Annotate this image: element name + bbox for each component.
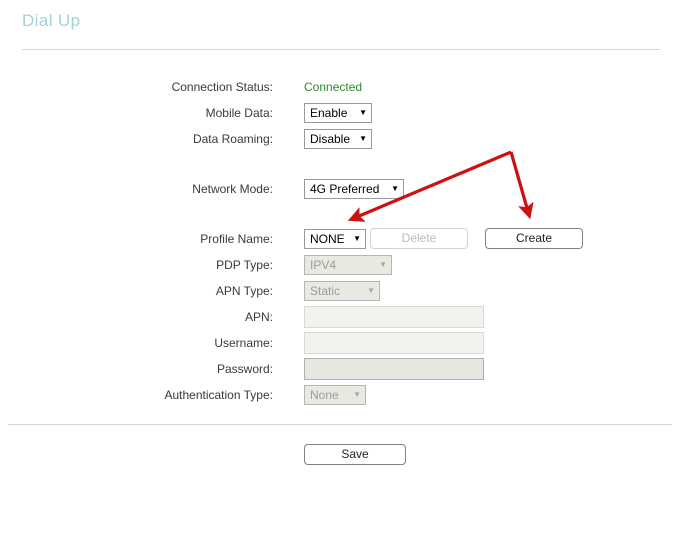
delete-button: Delete bbox=[370, 228, 468, 249]
select-profile-name-value: NONE bbox=[310, 232, 345, 246]
select-network-mode-value: 4G Preferred bbox=[310, 182, 380, 196]
row-authentication-type: Authentication Type: None ▼ bbox=[0, 382, 681, 408]
field-mobile-data: Enable ▼ bbox=[304, 100, 372, 126]
select-authentication-type: None ▼ bbox=[304, 385, 366, 405]
row-pdp-type: PDP Type: IPV4 ▼ bbox=[0, 252, 681, 278]
chevron-down-icon: ▼ bbox=[379, 260, 387, 269]
field-connection-status: Connected bbox=[304, 74, 362, 100]
row-data-roaming: Data Roaming: Disable ▼ bbox=[0, 126, 681, 152]
chevron-down-icon: ▼ bbox=[359, 108, 367, 117]
select-apn-type: Static ▼ bbox=[304, 281, 380, 301]
label-apn: APN: bbox=[244, 310, 273, 324]
select-authentication-type-value: None bbox=[310, 388, 339, 402]
page-title: Dial Up bbox=[22, 11, 81, 30]
row-password: Password: bbox=[0, 356, 681, 382]
select-apn-type-value: Static bbox=[310, 284, 341, 298]
select-pdp-type: IPV4 ▼ bbox=[304, 255, 392, 275]
apn-input[interactable] bbox=[304, 306, 484, 328]
label-connection-status: Connection Status: bbox=[171, 80, 273, 94]
field-username bbox=[304, 330, 484, 356]
chevron-down-icon: ▼ bbox=[353, 390, 361, 399]
field-network-mode: 4G Preferred ▼ bbox=[304, 176, 404, 202]
label-pdp-type: PDP Type: bbox=[216, 258, 273, 272]
label-username: Username: bbox=[214, 336, 273, 350]
footer-divider bbox=[8, 424, 672, 425]
label-authentication-type: Authentication Type: bbox=[164, 388, 273, 402]
field-pdp-type: IPV4 ▼ bbox=[304, 252, 392, 278]
select-profile-name[interactable]: NONE ▼ bbox=[304, 229, 366, 249]
field-authentication-type: None ▼ bbox=[304, 382, 366, 408]
row-profile-name: Profile Name: NONE ▼ Delete Create bbox=[0, 226, 681, 252]
label-network-mode: Network Mode: bbox=[192, 182, 273, 196]
field-password bbox=[304, 356, 484, 382]
select-data-roaming[interactable]: Disable ▼ bbox=[304, 129, 372, 149]
status-badge-connection: Connected bbox=[304, 80, 363, 94]
row-apn-type: APN Type: Static ▼ bbox=[0, 278, 681, 304]
chevron-down-icon: ▼ bbox=[367, 286, 375, 295]
username-input[interactable] bbox=[304, 332, 484, 354]
row-connection-status: Connection Status: Connected bbox=[0, 74, 681, 100]
select-mobile-data[interactable]: Enable ▼ bbox=[304, 103, 372, 123]
select-pdp-type-value: IPV4 bbox=[310, 258, 337, 272]
field-profile-name: NONE ▼ bbox=[304, 226, 366, 252]
label-profile-name: Profile Name: bbox=[200, 232, 273, 246]
chevron-down-icon: ▼ bbox=[391, 184, 399, 193]
label-data-roaming: Data Roaming: bbox=[192, 132, 273, 146]
chevron-down-icon: ▼ bbox=[359, 134, 367, 143]
label-password: Password: bbox=[216, 362, 273, 376]
field-apn bbox=[304, 304, 484, 330]
row-apn: APN: bbox=[0, 304, 681, 330]
select-network-mode[interactable]: 4G Preferred ▼ bbox=[304, 179, 404, 199]
label-mobile-data: Mobile Data: bbox=[205, 106, 273, 120]
header-divider bbox=[22, 49, 660, 50]
field-apn-type: Static ▼ bbox=[304, 278, 380, 304]
chevron-down-icon: ▼ bbox=[353, 234, 361, 243]
save-button[interactable]: Save bbox=[304, 444, 406, 465]
password-input[interactable] bbox=[304, 358, 484, 380]
row-mobile-data: Mobile Data: Enable ▼ bbox=[0, 100, 681, 126]
field-data-roaming: Disable ▼ bbox=[304, 126, 372, 152]
create-button[interactable]: Create bbox=[485, 228, 583, 249]
select-mobile-data-value: Enable bbox=[310, 106, 348, 120]
label-apn-type: APN Type: bbox=[215, 284, 273, 298]
row-username: Username: bbox=[0, 330, 681, 356]
row-network-mode: Network Mode: 4G Preferred ▼ bbox=[0, 176, 681, 202]
select-data-roaming-value: Disable bbox=[310, 132, 351, 146]
